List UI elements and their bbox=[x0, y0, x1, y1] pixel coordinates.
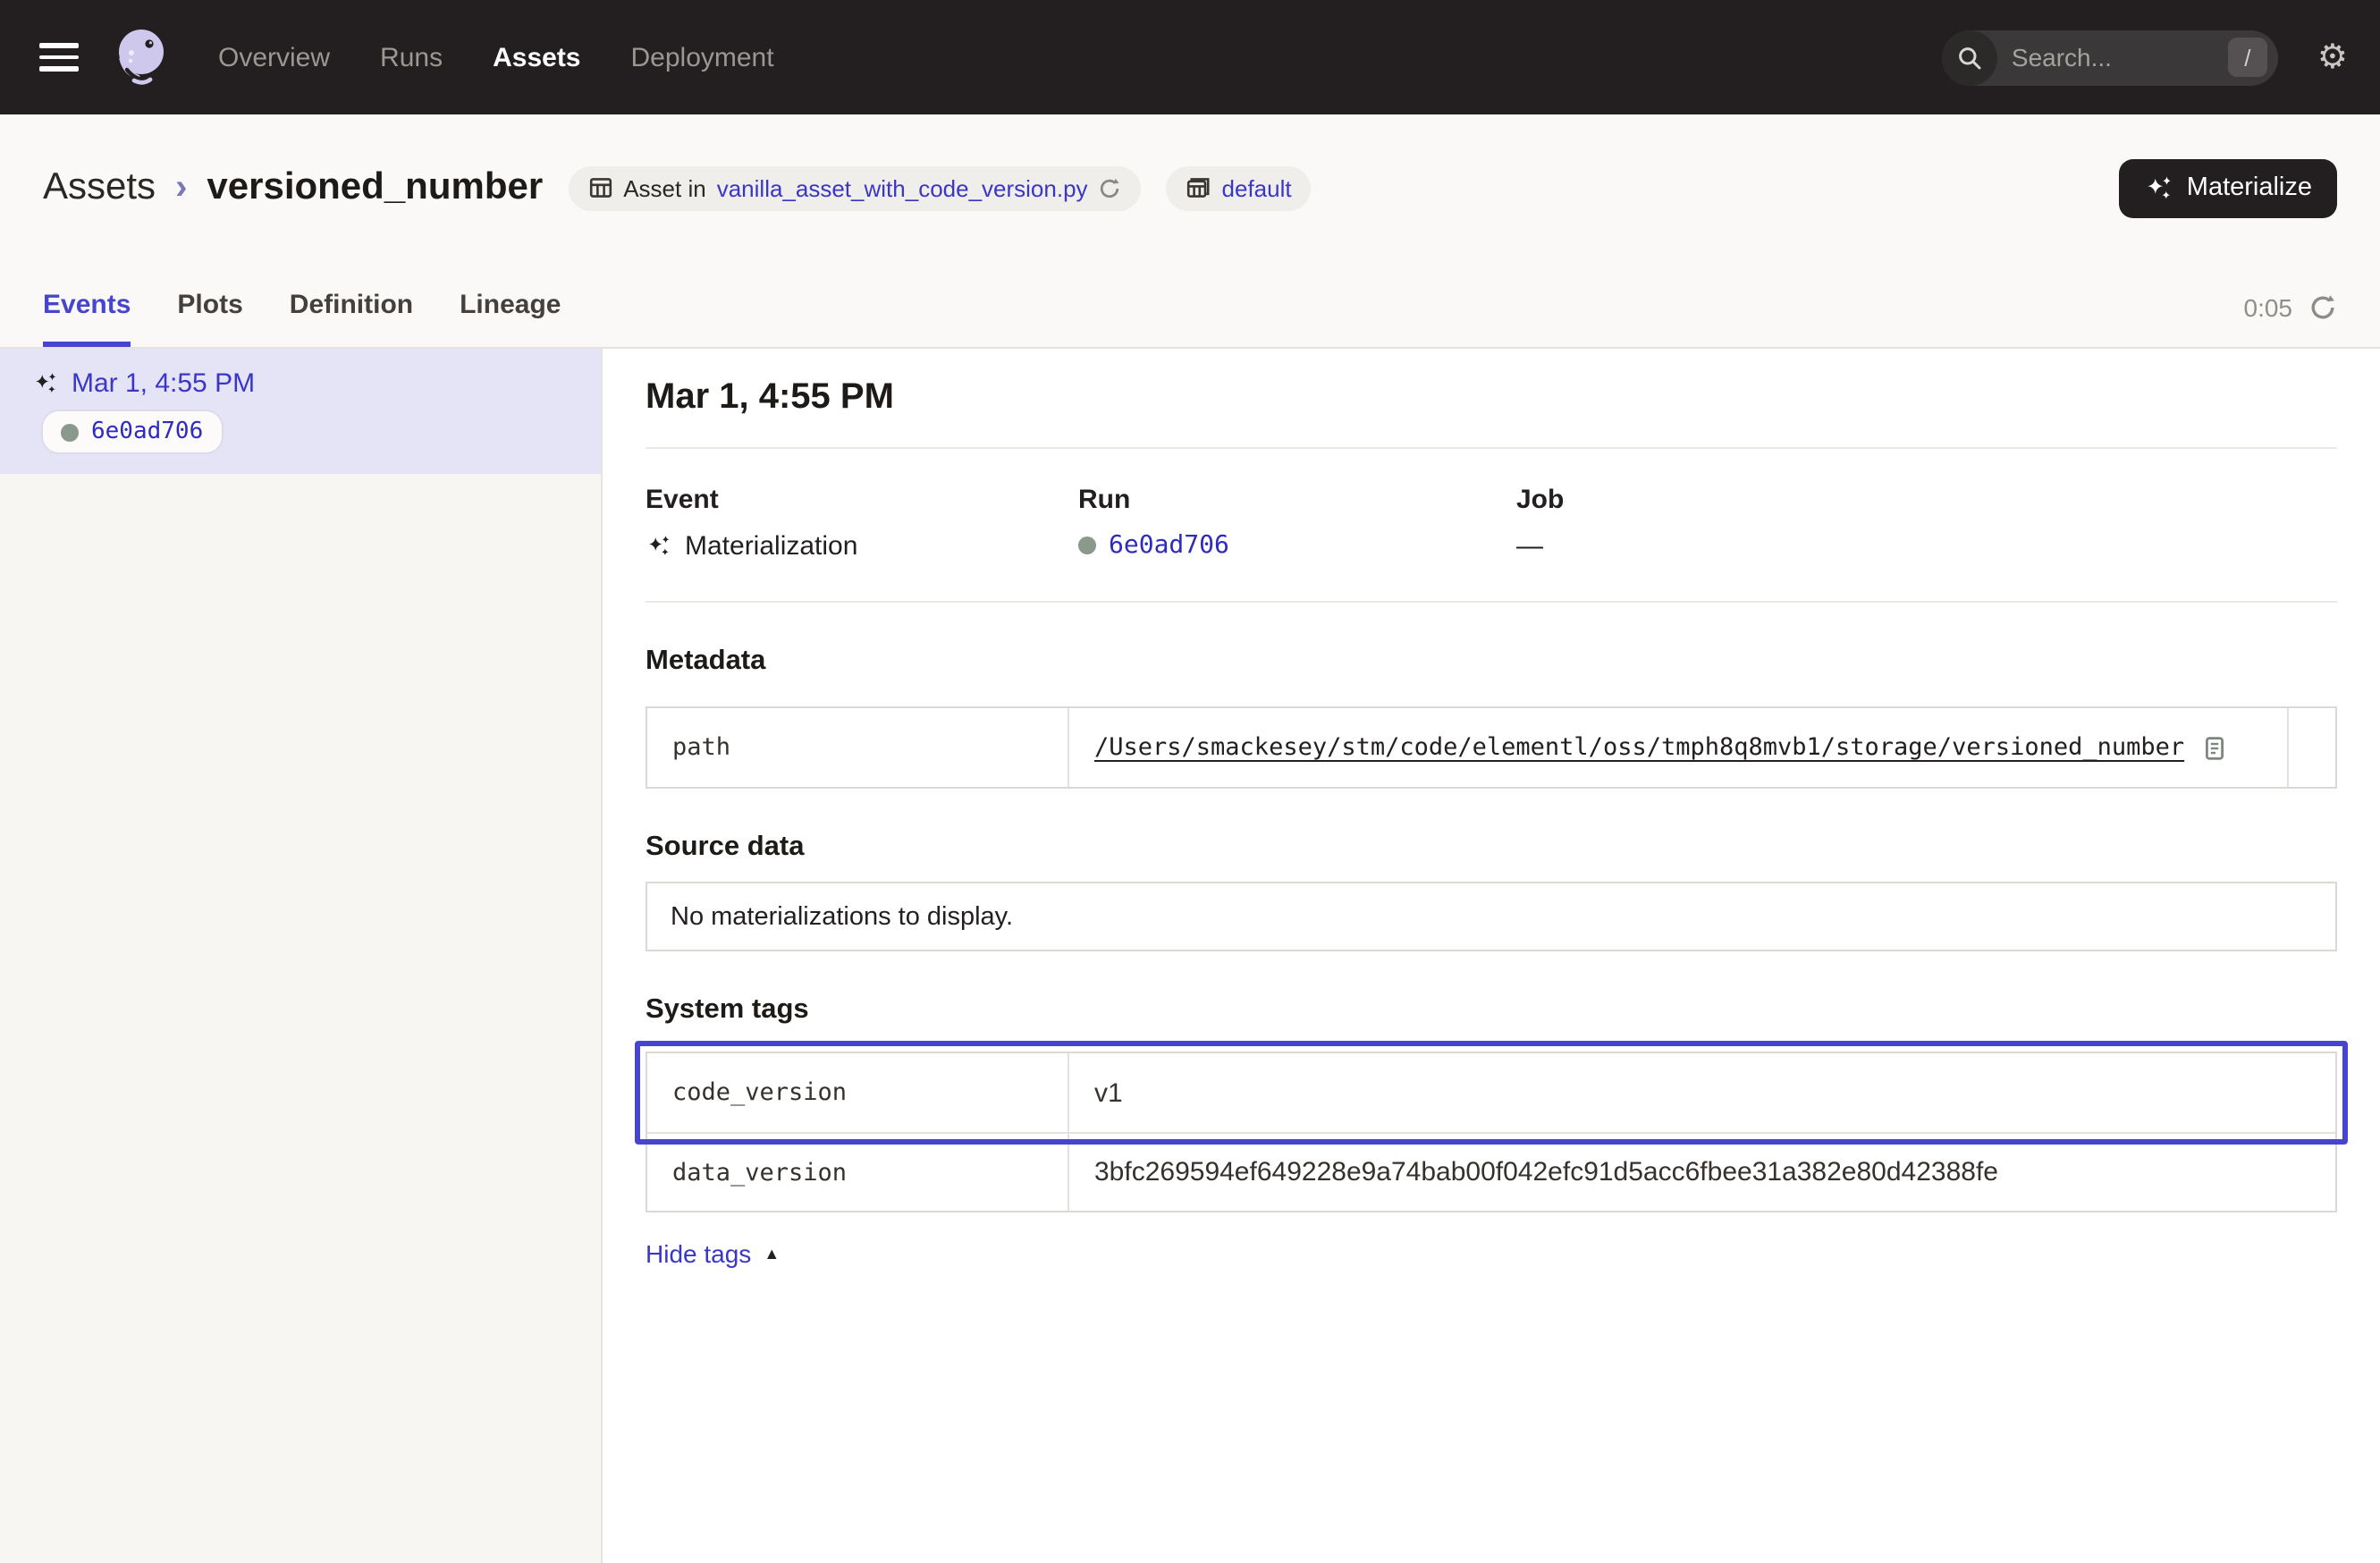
event-timestamp-label: Mar 1, 4:55 PM bbox=[72, 368, 255, 399]
dagster-logo[interactable] bbox=[104, 21, 175, 93]
job-value: — bbox=[1516, 531, 1543, 562]
event-detail-panel: Mar 1, 4:55 PM Event Materialization Run bbox=[603, 349, 2380, 1563]
repo-default-link[interactable]: default bbox=[1222, 174, 1292, 201]
menu-icon[interactable] bbox=[39, 43, 79, 72]
tabs-row: Events Plots Definition Lineage 0:05 bbox=[0, 236, 2380, 347]
nav-deployment[interactable]: Deployment bbox=[631, 42, 774, 72]
caret-up-icon: ▲ bbox=[764, 1245, 780, 1263]
asset-in-label: Asset in bbox=[623, 174, 706, 201]
breadcrumb-row: Assets › versioned_number Asset in vanil… bbox=[0, 114, 2380, 236]
sparkle-icon bbox=[646, 533, 672, 560]
source-data-heading: Source data bbox=[646, 832, 2337, 864]
system-tag-value: v1 bbox=[1094, 1077, 1123, 1108]
event-column: Event Materialization bbox=[646, 485, 1078, 562]
divider bbox=[646, 447, 2337, 449]
tab-definition[interactable]: Definition bbox=[290, 290, 413, 347]
top-navigation-bar: Overview Runs Assets Deployment Search..… bbox=[0, 0, 2380, 114]
breadcrumb-assets-link[interactable]: Assets bbox=[43, 166, 156, 209]
table-row: path /Users/smackesey/stm/code/elementl/… bbox=[647, 708, 2335, 787]
event-summary-columns: Event Materialization Run 6e0ad706 bbox=[646, 485, 2337, 562]
materialize-button[interactable]: Materialize bbox=[2119, 158, 2337, 217]
run-column-label: Run bbox=[1078, 485, 1516, 515]
content-area: Mar 1, 4:55 PM 6e0ad706 Mar 1, 4:55 PM E… bbox=[0, 349, 2380, 1563]
refresh-area: 0:05 bbox=[2244, 293, 2338, 347]
system-tag-key: data_version bbox=[647, 1134, 1069, 1211]
tab-lineage[interactable]: Lineage bbox=[460, 290, 561, 347]
materialize-label: Materialize bbox=[2187, 173, 2312, 202]
search-placeholder: Search... bbox=[2012, 43, 2228, 72]
page-title: versioned_number bbox=[207, 166, 543, 209]
run-status-dot bbox=[1078, 536, 1096, 554]
table-spacer-cell bbox=[2287, 708, 2335, 787]
sparkle-icon bbox=[32, 370, 59, 397]
run-column: Run 6e0ad706 bbox=[1078, 485, 1516, 562]
app-window: Overview Runs Assets Deployment Search..… bbox=[0, 0, 2380, 1563]
asset-file-link[interactable]: vanilla_asset_with_code_version.py bbox=[717, 174, 1088, 201]
primary-nav: Overview Runs Assets Deployment bbox=[218, 42, 774, 72]
metadata-heading: Metadata bbox=[646, 646, 2337, 678]
event-timestamp-link[interactable]: Mar 1, 4:55 PM bbox=[32, 368, 572, 399]
hide-tags-label: Hide tags bbox=[646, 1239, 751, 1268]
table-row: data_version 3bfc269594ef649228e9a74bab0… bbox=[647, 1132, 2335, 1211]
system-tags-heading: System tags bbox=[646, 994, 2337, 1027]
event-detail-title: Mar 1, 4:55 PM bbox=[646, 377, 2337, 418]
metadata-key: path bbox=[647, 708, 1069, 787]
job-column: Job — bbox=[1516, 485, 2337, 562]
table-icon bbox=[587, 175, 612, 200]
tab-events[interactable]: Events bbox=[43, 290, 131, 347]
metadata-path-link[interactable]: /Users/smackesey/stm/code/elementl/oss/t… bbox=[1094, 733, 2184, 762]
search-icon bbox=[1942, 30, 1997, 85]
run-id-label: 6e0ad706 bbox=[91, 418, 203, 445]
run-id-link[interactable]: 6e0ad706 bbox=[1109, 531, 1229, 560]
system-tags-table: code_version v1 data_version 3bfc269594e… bbox=[646, 1052, 2337, 1212]
slash-shortcut-key: / bbox=[2228, 38, 2267, 77]
breadcrumb-separator-icon: › bbox=[173, 167, 189, 208]
run-status-dot bbox=[61, 423, 79, 441]
event-column-label: Event bbox=[646, 485, 1078, 515]
reload-icon[interactable] bbox=[1099, 176, 1122, 199]
asset-tabs: Events Plots Definition Lineage bbox=[43, 290, 561, 347]
event-list-item[interactable]: Mar 1, 4:55 PM 6e0ad706 bbox=[0, 349, 601, 474]
system-tag-key: code_version bbox=[647, 1053, 1069, 1132]
source-data-empty-box: No materializations to display. bbox=[646, 882, 2337, 951]
grid-icon bbox=[1186, 175, 1211, 200]
asset-definition-pill: Asset in vanilla_asset_with_code_version… bbox=[568, 165, 1141, 210]
divider bbox=[646, 601, 2337, 603]
page-header: Assets › versioned_number Asset in vanil… bbox=[0, 114, 2380, 349]
sparkle-icon bbox=[2144, 173, 2174, 203]
tab-plots[interactable]: Plots bbox=[177, 290, 242, 347]
refresh-countdown: 0:05 bbox=[2244, 293, 2293, 322]
repo-pill: default bbox=[1167, 165, 1312, 210]
breadcrumb: Assets › versioned_number bbox=[43, 166, 543, 209]
event-list-sidebar: Mar 1, 4:55 PM 6e0ad706 bbox=[0, 349, 603, 1563]
job-column-label: Job bbox=[1516, 485, 2337, 515]
source-data-empty-message: No materializations to display. bbox=[671, 902, 1013, 931]
event-type-label: Materialization bbox=[685, 531, 857, 562]
nav-runs[interactable]: Runs bbox=[380, 42, 443, 72]
search-input[interactable]: Search... / bbox=[1942, 30, 2278, 85]
nav-overview[interactable]: Overview bbox=[218, 42, 330, 72]
gear-icon[interactable]: ⚙ bbox=[2317, 40, 2348, 74]
system-tag-value: 3bfc269594ef649228e9a74bab00f042efc91d5a… bbox=[1094, 1157, 1998, 1187]
copy-icon[interactable] bbox=[2200, 734, 2227, 761]
hide-tags-link[interactable]: Hide tags ▲ bbox=[646, 1239, 780, 1268]
table-row: code_version v1 bbox=[647, 1053, 2335, 1132]
refresh-icon[interactable] bbox=[2308, 293, 2337, 322]
run-badge[interactable]: 6e0ad706 bbox=[43, 411, 221, 452]
nav-assets[interactable]: Assets bbox=[493, 42, 580, 72]
topbar-right: Search... / ⚙ bbox=[1942, 30, 2348, 85]
metadata-table: path /Users/smackesey/stm/code/elementl/… bbox=[646, 706, 2337, 789]
